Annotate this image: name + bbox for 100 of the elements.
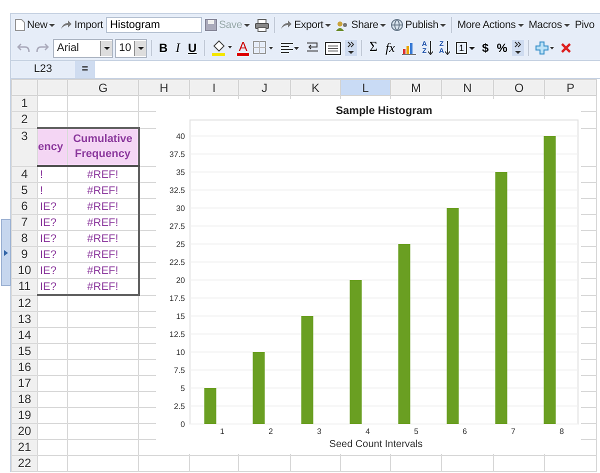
- table-cell: #REF!: [68, 246, 138, 262]
- row-header[interactable]: 19: [12, 408, 38, 424]
- currency-button[interactable]: $: [479, 39, 492, 57]
- row-header[interactable]: 13: [12, 312, 38, 328]
- globe-icon: [391, 19, 404, 31]
- table-cell: IE?: [38, 278, 68, 295]
- italic-button[interactable]: I: [172, 39, 184, 57]
- column-header[interactable]: M: [390, 80, 442, 96]
- page-icon: [15, 19, 25, 31]
- font-color-button[interactable]: A: [236, 40, 250, 56]
- row-header[interactable]: 20: [12, 424, 38, 440]
- delete-x-icon[interactable]: [559, 43, 574, 53]
- document-title-field[interactable]: Histogram: [106, 17, 202, 33]
- row-header[interactable]: 15: [12, 344, 38, 360]
- curved-arrow-icon: [60, 20, 72, 30]
- row-header[interactable]: 4: [12, 166, 38, 182]
- row-header[interactable]: 17: [12, 376, 38, 392]
- row-header[interactable]: 21: [12, 440, 38, 456]
- table-cell: #REF!: [68, 198, 138, 214]
- x-axis-label: 7: [511, 427, 516, 436]
- column-header[interactable]: I: [190, 80, 238, 96]
- row-header[interactable]: 18: [12, 392, 38, 408]
- column-header[interactable]: N: [442, 80, 494, 96]
- row-header[interactable]: 6: [12, 198, 38, 214]
- row-header[interactable]: 3: [12, 128, 38, 166]
- row-header[interactable]: 2: [12, 112, 38, 128]
- percent-button[interactable]: %: [494, 39, 510, 57]
- font-size-dropdown[interactable]: 10: [115, 38, 147, 58]
- import-button[interactable]: Import: [58, 16, 105, 34]
- sum-button[interactable]: Σ: [366, 39, 381, 57]
- caret-icon: [325, 24, 332, 26]
- x-axis-label: 6: [462, 427, 467, 436]
- bar-chart-icon[interactable]: [400, 42, 418, 54]
- table-cell: #REF!: [68, 166, 138, 182]
- table-cell: IE?: [38, 214, 68, 230]
- x-axis-label: 2: [268, 427, 273, 436]
- histogram-bar: [252, 352, 265, 424]
- table-cell: #REF!: [68, 230, 138, 246]
- row-header[interactable]: 7: [12, 214, 38, 230]
- y-axis-label: 12.5: [169, 330, 185, 339]
- table-cell: #REF!: [68, 278, 138, 295]
- y-axis-label: 5: [180, 384, 185, 393]
- number-format-button[interactable]: 1: [454, 42, 478, 54]
- x-axis-label: 4: [366, 427, 370, 436]
- publish-button[interactable]: Publish: [389, 16, 448, 34]
- y-axis-label: 40: [176, 132, 185, 141]
- side-panel-handle[interactable]: [1, 219, 11, 286]
- y-axis-label: 30: [176, 204, 185, 213]
- x-axis-label: 3: [317, 427, 322, 436]
- menu-button[interactable]: More Actions: [455, 16, 526, 34]
- menu-button[interactable]: Macros: [526, 16, 572, 34]
- bold-button[interactable]: B: [156, 39, 171, 57]
- row-header[interactable]: 10: [12, 262, 38, 278]
- caret-icon: [518, 24, 524, 26]
- table-cell: #REF!: [68, 262, 138, 278]
- table-cell: #REF!: [68, 214, 138, 230]
- more-chevron-icon[interactable]: [345, 40, 358, 56]
- row-header[interactable]: 14: [12, 328, 38, 344]
- x-axis-label: 5: [414, 427, 418, 436]
- merge-cells-icon[interactable]: [323, 42, 344, 54]
- y-axis-label: 37.5: [169, 150, 185, 159]
- header-cell: Cumulative Frequency: [68, 128, 138, 166]
- chart-title: Sample Histogram: [336, 105, 432, 117]
- function-button[interactable]: fx: [382, 39, 398, 57]
- column-header[interactable]: P: [544, 80, 596, 96]
- caret-icon: [380, 24, 386, 26]
- column-header[interactable]: K: [290, 80, 340, 96]
- y-axis-label: 10: [176, 348, 185, 357]
- menu-button[interactable]: Pivo: [572, 16, 597, 34]
- export-button[interactable]: Export: [278, 16, 334, 34]
- printer-icon[interactable]: [253, 18, 272, 32]
- row-header[interactable]: 1: [12, 96, 38, 112]
- row-header[interactable]: 22: [12, 456, 38, 472]
- more-chevron-icon[interactable]: [512, 40, 524, 56]
- row-header[interactable]: 16: [12, 360, 38, 376]
- table-cell: IE?: [38, 230, 68, 246]
- new-button[interactable]: New: [13, 16, 58, 34]
- font-family-dropdown[interactable]: Arial: [53, 38, 113, 58]
- column-header[interactable]: O: [494, 80, 544, 96]
- cell-reference: L23: [11, 61, 75, 78]
- table-cell: !: [38, 166, 68, 182]
- row-header[interactable]: 5: [12, 182, 38, 198]
- x-axis-label: 8: [560, 427, 564, 436]
- underline-button[interactable]: U: [185, 39, 200, 57]
- row-header[interactable]: 11: [12, 278, 38, 295]
- row-header[interactable]: 8: [12, 230, 38, 246]
- column-header[interactable]: G: [68, 80, 138, 96]
- row-header[interactable]: 12: [12, 295, 38, 312]
- histogram-bar: [204, 388, 216, 424]
- caret-icon: [49, 24, 56, 26]
- column-header[interactable]: J: [238, 80, 290, 96]
- row-header[interactable]: 9: [12, 246, 38, 262]
- column-header[interactable]: H: [138, 80, 190, 96]
- caret-icon: [440, 24, 446, 26]
- share-button[interactable]: Share: [334, 16, 388, 34]
- y-axis-label: 0: [180, 420, 185, 429]
- y-axis-label: 15: [176, 312, 185, 321]
- y-axis-label: 25: [176, 240, 185, 249]
- column-header[interactable]: L: [340, 80, 390, 96]
- y-axis-label: 2.5: [174, 402, 185, 411]
